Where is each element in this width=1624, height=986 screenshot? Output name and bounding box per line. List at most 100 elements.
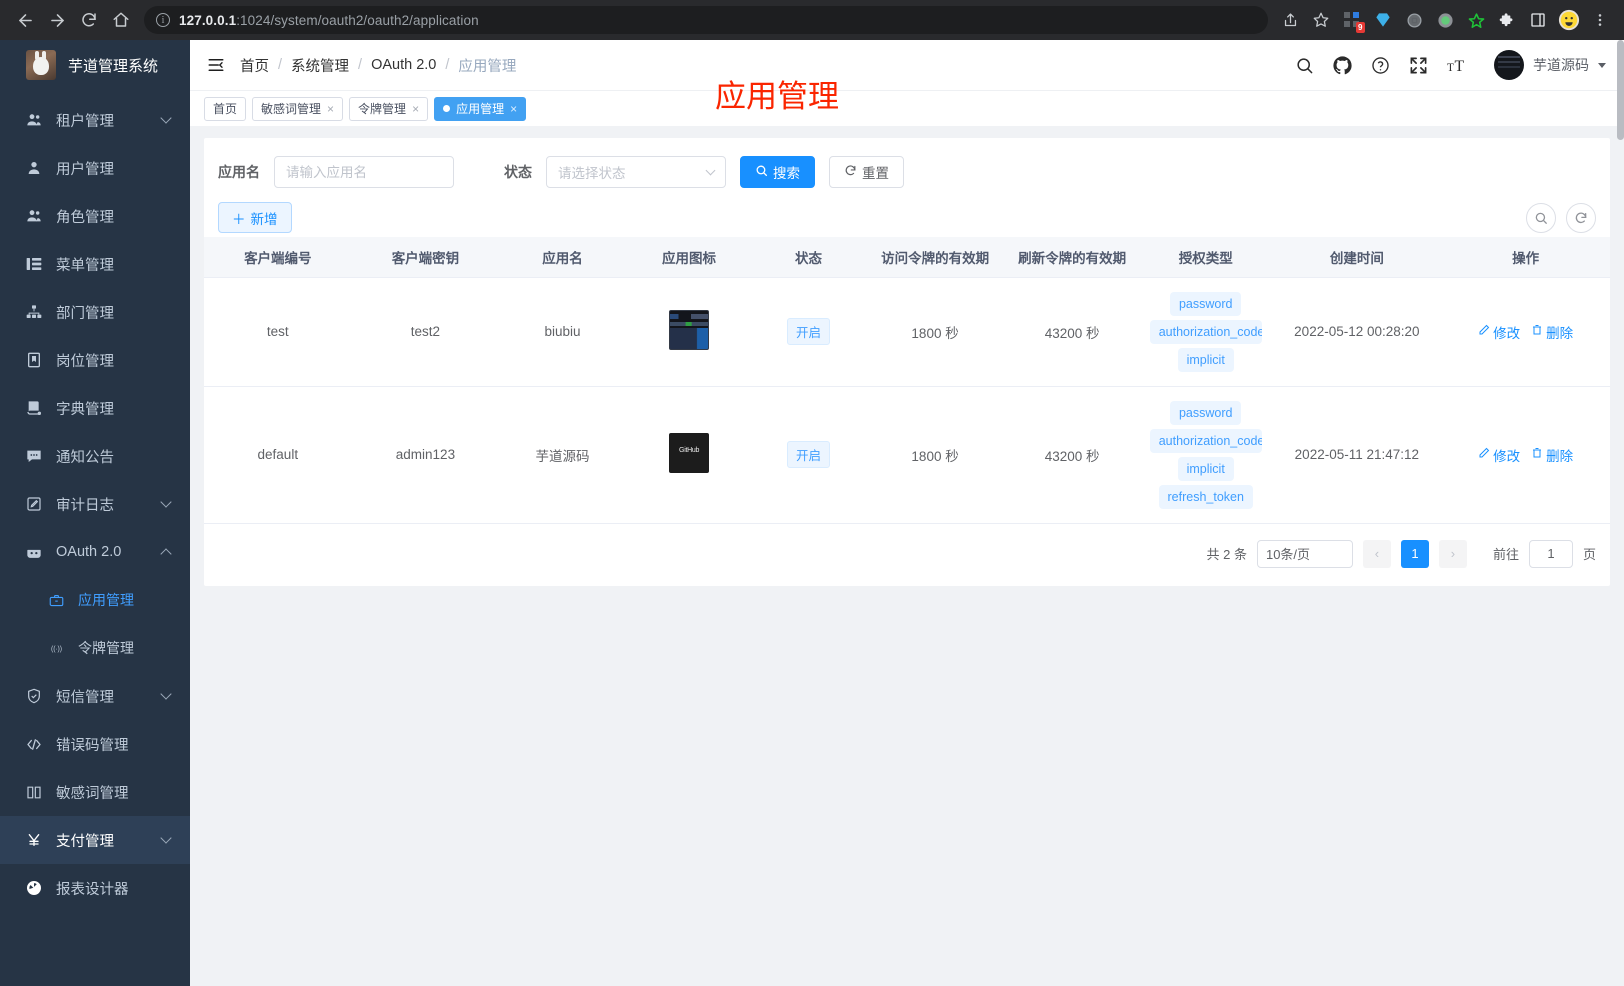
sidebar-item-dept[interactable]: 部门管理 [0, 288, 190, 336]
github-icon[interactable] [1333, 55, 1352, 75]
home-icon[interactable] [106, 5, 136, 35]
reset-button[interactable]: 重置 [829, 156, 904, 188]
jump-page-input[interactable] [1528, 539, 1573, 568]
page-size-value: 10条/页 [1265, 547, 1311, 562]
breadcrumb-item-home[interactable]: 首页 [240, 55, 269, 76]
sidebar-item-label: 用户管理 [56, 161, 114, 178]
sidebar-menu: 租户管理 用户管理 角色管理 菜单管理 部门管理 岗位管理 字典管理 通知公告 … [0, 90, 190, 912]
puzzle-extensions-icon[interactable] [1493, 6, 1521, 34]
hamburger-menu-icon[interactable] [206, 56, 226, 74]
table-row[interactable]: default admin123 芋道源码 开启 1800 秒 43200 秒 … [204, 386, 1610, 524]
font-size-icon[interactable]: TT [1447, 56, 1468, 75]
users-icon [26, 208, 42, 224]
top-navbar: 首页 / 系统管理 / OAuth 2.0 / 应用管理 TT 芋道源码 [190, 40, 1624, 90]
next-page-button[interactable]: › [1438, 539, 1467, 568]
site-info-icon[interactable]: i [156, 13, 170, 27]
col-app-icon: 应用图标 [625, 237, 753, 278]
sidebar-item-role[interactable]: 角色管理 [0, 192, 190, 240]
sidebar-item-sensitive-word[interactable]: 敏感词管理 [0, 768, 190, 816]
search-button[interactable]: 搜索 [740, 156, 815, 188]
edit-button[interactable]: 修改 [1478, 445, 1520, 465]
edit-button[interactable]: 修改 [1478, 322, 1520, 342]
sidebar-item-tenant[interactable]: 租户管理 [0, 96, 190, 144]
close-icon[interactable]: × [510, 103, 517, 115]
user-menu[interactable]: 芋道源码 [1494, 50, 1606, 80]
app-name-input[interactable] [274, 156, 454, 188]
share-icon[interactable] [1276, 6, 1304, 34]
sidebar-item-label: 通知公告 [56, 449, 114, 466]
sidebar-item-dict[interactable]: 字典管理 [0, 384, 190, 432]
prev-page-button[interactable]: ‹ [1362, 539, 1391, 568]
sidebar-item-post[interactable]: 岗位管理 [0, 336, 190, 384]
delete-button[interactable]: 删除 [1531, 445, 1573, 465]
sidebar-item-menu[interactable]: 菜单管理 [0, 240, 190, 288]
close-icon[interactable]: × [327, 103, 334, 115]
cell-grant-types: password authorization_code implicit [1138, 277, 1273, 387]
tab-home[interactable]: 首页 [204, 96, 247, 121]
tab-sensitive-word[interactable]: 敏感词管理 × [252, 96, 344, 121]
sidebar-item-user[interactable]: 用户管理 [0, 144, 190, 192]
delete-button[interactable]: 删除 [1531, 322, 1573, 342]
sidebar-item-label: 短信管理 [56, 689, 114, 706]
green-circle-extension-icon[interactable] [1431, 6, 1459, 34]
star-icon[interactable] [1307, 6, 1335, 34]
address-bar[interactable]: i 127.0.0.1:1024/system/oauth2/oauth2/ap… [144, 6, 1268, 34]
fullscreen-icon[interactable] [1409, 56, 1428, 75]
green-star-extension-icon[interactable] [1462, 6, 1490, 34]
status-select[interactable]: 请选择状态 [546, 156, 726, 188]
page-scrollbar[interactable] [1617, 40, 1624, 140]
sidebar-logo[interactable]: 芋道管理系统 [0, 40, 190, 90]
add-button-label: 新增 [250, 211, 278, 227]
tab-token[interactable]: 令牌管理 × [349, 96, 429, 121]
add-button[interactable]: ＋ 新增 [218, 202, 292, 233]
close-icon[interactable]: × [412, 103, 419, 115]
jump-prefix-label: 前往 [1492, 547, 1519, 562]
chevron-down-icon [1598, 62, 1606, 68]
sidebar-item-application[interactable]: 应用管理 [0, 576, 190, 624]
dark-dashboard-thumbnail-icon [669, 310, 710, 350]
sidebar-item-report-designer[interactable]: 报表设计器 [0, 864, 190, 912]
page-size-select[interactable]: 10条/页 [1256, 539, 1353, 568]
cell-app-icon [625, 386, 753, 524]
username-label: 芋道源码 [1533, 57, 1589, 73]
command-extension-icon[interactable] [1400, 6, 1428, 34]
sidebar-item-token[interactable]: ((∙)) 令牌管理 [0, 624, 190, 672]
status-badge: 开启 [787, 441, 831, 468]
sidebar-logo-label: 芋道管理系统 [68, 57, 159, 75]
forward-arrow-icon[interactable] [42, 5, 72, 35]
sidebar-item-error-code[interactable]: 错误码管理 [0, 720, 190, 768]
tab-application[interactable]: 应用管理 × [434, 96, 527, 121]
cell-client-id: test [204, 277, 352, 387]
sidebar-item-label: 租户管理 [56, 113, 114, 130]
sidebar-item-sms[interactable]: 短信管理 [0, 672, 190, 720]
sidebar-item-notice[interactable]: 通知公告 [0, 432, 190, 480]
tabs-bar: 首页 敏感词管理 × 令牌管理 × 应用管理 × 应用管理 [190, 79, 1624, 126]
page-number-button[interactable]: 1 [1400, 539, 1429, 568]
reload-icon[interactable] [74, 5, 104, 35]
jump-suffix-label: 页 [1582, 547, 1596, 562]
back-arrow-icon[interactable] [10, 5, 40, 35]
profile-avatar-icon[interactable] [1555, 6, 1583, 34]
cell-create-time: 2022-05-12 00:28:20 [1272, 277, 1442, 387]
kebab-menu-icon[interactable] [1586, 6, 1614, 34]
diamond-extension-icon[interactable] [1369, 6, 1397, 34]
breadcrumb-item-system[interactable]: 系统管理 [291, 55, 349, 76]
github-logo-thumbnail-icon [669, 433, 710, 473]
breadcrumb-item-oauth2[interactable]: OAuth 2.0 [371, 57, 436, 73]
search-icon [755, 164, 768, 180]
table-row[interactable]: test test2 biubiu 开启 1800 秒 43200 秒 pass… [204, 277, 1610, 387]
grant-type-tag: refresh_token [1158, 484, 1253, 509]
sidepanel-icon[interactable] [1524, 6, 1552, 34]
table-search-icon[interactable] [1526, 202, 1556, 233]
grant-type-tag: implicit [1177, 347, 1234, 372]
extension-grid-icon[interactable]: 9 [1338, 6, 1366, 34]
search-icon[interactable] [1295, 56, 1314, 75]
help-circle-icon[interactable] [1371, 56, 1390, 75]
shield-icon [26, 688, 42, 704]
sidebar-item-pay[interactable]: 支付管理 [0, 816, 190, 864]
sidebar-item-audit-log[interactable]: 审计日志 [0, 480, 190, 528]
col-client-id: 客户端编号 [204, 237, 352, 278]
table-refresh-icon[interactable] [1566, 202, 1596, 233]
sidebar-item-oauth2[interactable]: OAuth 2.0 [0, 528, 190, 576]
edit-label: 修改 [1493, 325, 1521, 341]
